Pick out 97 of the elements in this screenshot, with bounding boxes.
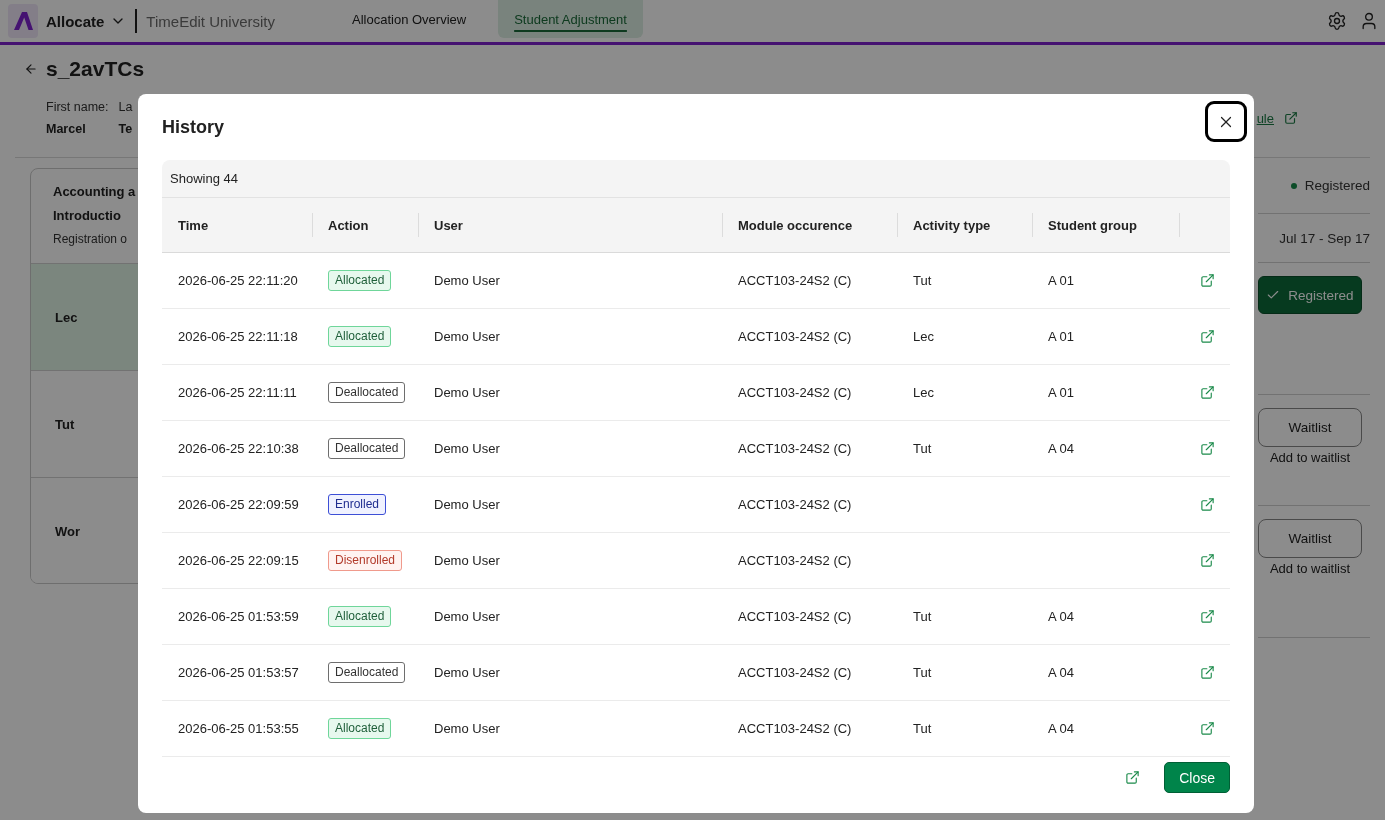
action-tag: Deallocated <box>328 662 406 683</box>
module-title: Accounting a <box>53 183 136 201</box>
table-cell-text: 2026-06-25 22:11:18 <box>177 328 299 346</box>
module-title: Introductio <box>53 207 121 225</box>
activity-label: Wor <box>55 523 81 539</box>
nav-tab[interactable]: Allocation Overview <box>352 8 467 30</box>
table-cell-text: Tut <box>912 664 933 682</box>
action-tag: Disenrolled <box>328 550 403 571</box>
table-cell-text: Tut <box>912 608 933 626</box>
table-cell-text: 2026-06-25 01:53:55 <box>177 720 300 738</box>
table-cell-text: Demo User <box>433 608 501 626</box>
table-cell-text: Demo User <box>433 720 501 738</box>
status-text: Registered <box>1304 178 1370 193</box>
external-link-icon[interactable] <box>1284 111 1298 125</box>
external-link-icon[interactable] <box>1199 497 1215 512</box>
external-link-icon[interactable] <box>1199 721 1215 736</box>
table-cell-text: ACCT103-24S2 (C) <box>737 328 853 346</box>
organization-name: TimeEdit University <box>146 12 275 30</box>
table-cell-text: Lec <box>912 384 935 402</box>
table-cell-text: A 01 <box>1047 272 1076 290</box>
table-cell-text: Tut <box>912 720 933 738</box>
activity-label: Lec <box>55 309 78 325</box>
date-range: Jul 17 - Sep 17 <box>1258 214 1370 263</box>
table-cell-text: A 01 <box>1047 328 1076 346</box>
close-dialog-button[interactable]: Close <box>1164 762 1230 793</box>
table-cell-text: Demo User <box>433 384 501 402</box>
table-cell-text: A 04 <box>1047 608 1076 626</box>
waitlist-note: Add to waitlist <box>1268 449 1352 467</box>
app-name[interactable]: Allocate <box>46 12 105 30</box>
table-cell-text: ACCT103-24S2 (C) <box>737 720 853 738</box>
count-label: Showing 44 <box>170 171 238 186</box>
external-link-icon[interactable] <box>1199 609 1215 624</box>
table-cell-text: A 04 <box>1047 720 1076 738</box>
table-cell-text: A 04 <box>1047 440 1076 458</box>
table-cell-text: Tut <box>912 440 933 458</box>
field-label: La <box>118 99 133 116</box>
column-header: User <box>418 198 722 252</box>
column-header: Activity type <box>897 198 1032 252</box>
table-cell-text: 2026-06-25 01:53:57 <box>177 664 300 682</box>
table-cell-text: Demo User <box>433 440 501 458</box>
logo-icon[interactable] <box>8 4 38 38</box>
table-cell-text: ACCT103-24S2 (C) <box>737 440 853 458</box>
field-value: Te <box>118 121 133 138</box>
registration-text: Registration o <box>53 231 128 248</box>
table-cell-text: Demo User <box>433 552 501 570</box>
table-cell-text: ACCT103-24S2 (C) <box>737 272 853 290</box>
external-link-icon[interactable] <box>1199 665 1215 680</box>
waitlist-button[interactable]: Waitlist <box>1258 519 1362 558</box>
action-tag: Deallocated <box>328 438 406 459</box>
table-cell-text: 2026-06-25 22:11:11 <box>177 384 298 402</box>
field-label: First name: <box>46 99 109 116</box>
table-cell-text: ACCT103-24S2 (C) <box>737 608 853 626</box>
registered-button[interactable]: Registered <box>1258 276 1362 314</box>
table-cell-text: Demo User <box>433 664 501 682</box>
waitlist-button[interactable]: Waitlist <box>1258 408 1362 447</box>
action-tag: Allocated <box>328 718 392 739</box>
table-cell-text: 2026-06-25 01:53:59 <box>177 608 300 626</box>
field-value: Marcel <box>46 121 86 138</box>
table-cell-text: ACCT103-24S2 (C) <box>737 664 853 682</box>
action-tag: Allocated <box>328 270 392 291</box>
close-button[interactable] <box>1205 101 1247 142</box>
external-link-icon[interactable] <box>1199 553 1215 568</box>
external-link-icon[interactable] <box>1125 770 1141 785</box>
table-cell-text: A 01 <box>1047 384 1076 402</box>
activity-label: Tut <box>55 416 75 432</box>
student-title: s_2avTCs <box>46 56 145 82</box>
waitlist-note: Add to waitlist <box>1268 560 1352 578</box>
table-cell-text: 2026-06-25 22:10:38 <box>177 440 300 458</box>
external-link-icon[interactable] <box>1199 385 1215 400</box>
nav-tab[interactable]: Student Adjustment <box>498 0 643 38</box>
table-cell-text: ACCT103-24S2 (C) <box>737 496 853 514</box>
check-icon <box>1266 288 1281 302</box>
table-cell-text: 2026-06-25 22:11:20 <box>177 272 299 290</box>
schedule-link[interactable]: ule <box>1256 110 1274 126</box>
action-tag: Allocated <box>328 606 392 627</box>
column-header: Student group <box>1032 198 1179 252</box>
column-header: Module occurence <box>722 198 897 252</box>
table-cell-text: Demo User <box>433 272 501 290</box>
dialog-title: History <box>162 116 224 139</box>
action-tag: Deallocated <box>328 382 406 403</box>
external-link-icon[interactable] <box>1199 329 1215 344</box>
settings-icon[interactable] <box>1327 11 1347 31</box>
action-tag: Allocated <box>328 326 392 347</box>
table-cell-text: ACCT103-24S2 (C) <box>737 384 853 402</box>
table-cell-text: Demo User <box>433 496 501 514</box>
table-cell-text: 2026-06-25 22:09:59 <box>177 496 300 514</box>
table-cell-text: Demo User <box>433 328 501 346</box>
table-cell-text: Tut <box>912 272 933 290</box>
external-link-icon[interactable] <box>1199 441 1215 456</box>
table-cell-text: Lec <box>912 328 935 346</box>
column-header: Action <box>312 198 418 252</box>
action-tag: Enrolled <box>328 494 387 515</box>
table-cell-text: 2026-06-25 22:09:15 <box>177 552 300 570</box>
external-link-icon[interactable] <box>1199 273 1215 288</box>
status-dot-icon <box>1290 182 1297 189</box>
table-cell-text: ACCT103-24S2 (C) <box>737 552 853 570</box>
table-cell-text: A 04 <box>1047 664 1076 682</box>
